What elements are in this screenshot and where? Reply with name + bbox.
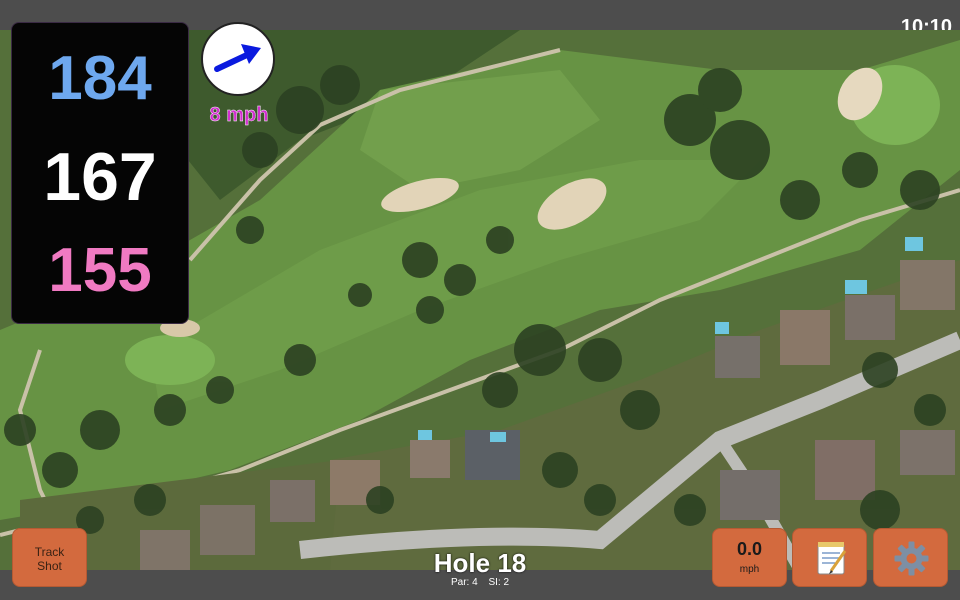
distance-panel: 184 167 155 bbox=[11, 22, 189, 324]
hole-si: SI: 2 bbox=[488, 577, 510, 588]
wind-speed-label: 8 mph bbox=[209, 104, 269, 126]
wind-speed-unit: mph bbox=[739, 564, 760, 575]
track-shot-label-line1: Track bbox=[34, 545, 65, 559]
distance-front: 155 bbox=[48, 236, 152, 305]
hole-par: Par: 4 bbox=[450, 577, 478, 588]
distance-back: 184 bbox=[48, 44, 152, 113]
hole-info: Par: 4 SI: 2 bbox=[380, 577, 580, 588]
hole-title: Hole 18 bbox=[433, 548, 527, 578]
wind-direction-dial bbox=[201, 22, 275, 96]
wind-speed-value: 0.0 bbox=[736, 539, 763, 559]
distance-middle: 167 bbox=[43, 139, 157, 215]
track-shot-button[interactable]: Track Shot bbox=[12, 528, 87, 587]
notes-button[interactable] bbox=[792, 528, 867, 587]
notepad-icon bbox=[817, 542, 847, 575]
wind-arrow-icon bbox=[214, 44, 261, 72]
gear-icon bbox=[894, 541, 929, 576]
track-shot-label-line2: Shot bbox=[37, 559, 62, 573]
settings-button[interactable] bbox=[873, 528, 948, 587]
wind-speed-button[interactable]: 0.0 mph bbox=[712, 528, 787, 587]
